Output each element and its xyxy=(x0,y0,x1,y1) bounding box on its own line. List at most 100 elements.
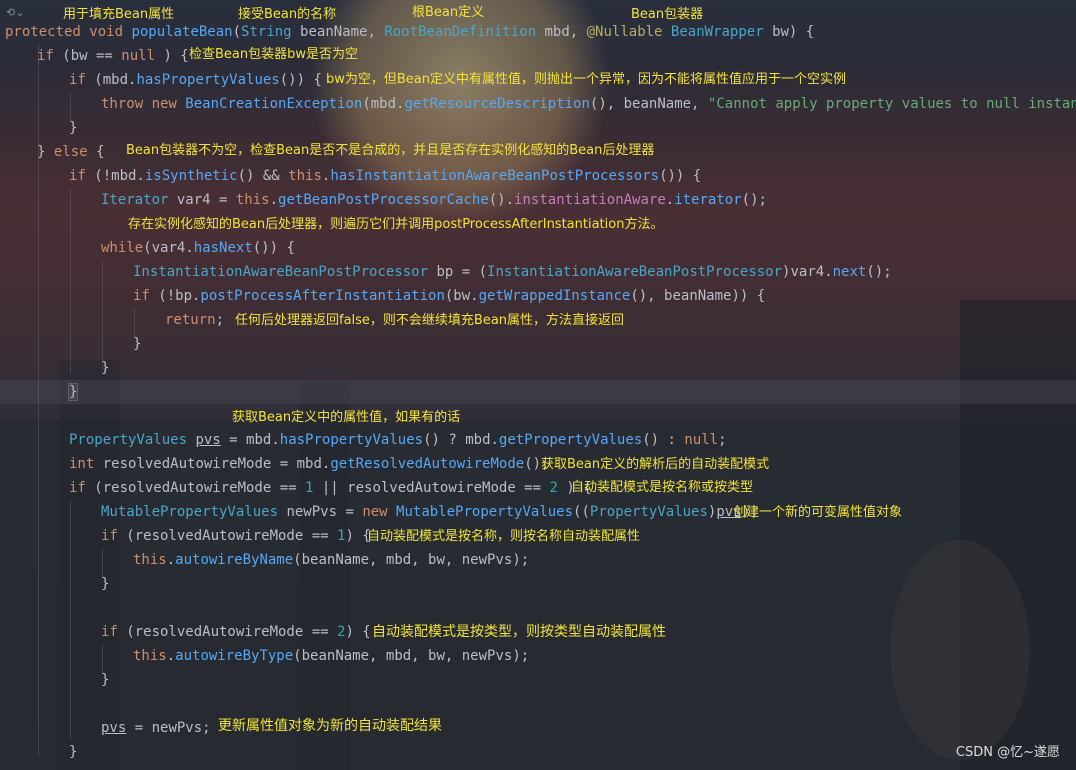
code-token: (var4. xyxy=(143,240,194,256)
code-token: hasNext xyxy=(193,240,253,256)
indent-guide xyxy=(102,260,103,370)
code-token: isSynthetic xyxy=(144,168,238,184)
code-line[interactable]: } else { xyxy=(37,140,104,164)
annotation-bw-not-null: Bean包装器不为空，检查Bean是否不是合成的，并且是否存在实例化感知的Bea… xyxy=(126,143,655,158)
code-line[interactable]: pvs = newPvs; xyxy=(101,716,211,740)
code-token: (mbd. xyxy=(362,96,405,112)
code-token: (!bp. xyxy=(149,288,201,304)
code-line[interactable]: } xyxy=(101,356,109,380)
code-line[interactable]: return; xyxy=(165,308,224,332)
code-token: this xyxy=(133,552,167,568)
code-token: return xyxy=(165,312,216,328)
annotation-bw-null-throw: bw为空，但Bean定义中有属性值，则抛出一个异常，因为不能将属性值应用于一个空… xyxy=(326,72,847,87)
code-line[interactable]: if (mbd.hasPropertyValues()) { xyxy=(69,68,322,92)
code-line[interactable]: this.autowireByType(beanName, mbd, bw, n… xyxy=(133,644,529,668)
code-token: (mbd. xyxy=(85,72,137,88)
code-token: autowireByType xyxy=(175,648,294,664)
code-token: (); xyxy=(741,192,767,208)
code-line[interactable]: } xyxy=(67,380,79,404)
code-line[interactable]: throw new BeanCreationException(mbd.getR… xyxy=(101,92,1076,116)
code-line[interactable]: PropertyValues pvs = mbd.hasPropertyValu… xyxy=(69,428,727,452)
code-line[interactable]: this.autowireByName(beanName, mbd, bw, n… xyxy=(133,548,529,572)
code-token: () : xyxy=(642,432,685,448)
code-token: { xyxy=(87,144,105,160)
code-token: null xyxy=(684,432,719,448)
code-token: throw new xyxy=(101,96,186,112)
code-token: BeanCreationException xyxy=(185,96,363,112)
code-line[interactable]: } xyxy=(101,572,109,596)
code-token: () && xyxy=(237,168,289,184)
code-line[interactable]: if (!bp.postProcessAfterInstantiation(bw… xyxy=(133,284,765,308)
code-token: else xyxy=(53,144,88,160)
code-token: MutablePropertyValues xyxy=(101,504,279,520)
code-line[interactable]: int resolvedAutowireMode = mbd.getResolv… xyxy=(69,452,549,476)
code-token: getPropertyValues xyxy=(498,432,643,448)
code-token: ( xyxy=(232,24,242,40)
code-line[interactable]: InstantiationAwareBeanPostProcessor bp =… xyxy=(133,260,892,284)
code-line[interactable]: } xyxy=(101,668,109,692)
code-line[interactable]: } xyxy=(69,116,77,140)
annotation-new-mutable: 创建一个新的可变属性值对象 xyxy=(733,505,903,520)
annotation-by-name-or-type: 自动装配模式是按名称或按类型 xyxy=(571,480,754,495)
code-line[interactable]: if (resolvedAutowireMode == 1) { xyxy=(101,524,371,548)
code-token: "Cannot apply property values to null in… xyxy=(707,96,1076,112)
code-line[interactable]: } xyxy=(69,740,77,764)
code-token: } xyxy=(37,144,54,160)
code-token: ()) { xyxy=(279,72,322,88)
code-token: this xyxy=(288,168,322,184)
code-token: this xyxy=(133,648,167,664)
code-token: = mbd. xyxy=(220,432,280,448)
indent-guide xyxy=(70,500,71,740)
fold-icon[interactable]: ⟲⌄ xyxy=(6,6,24,19)
code-token: PropertyValues xyxy=(589,504,708,520)
code-token: (( xyxy=(573,504,590,520)
code-token: BeanWrapper xyxy=(670,24,764,40)
annotation-get-prop-values: 获取Bean定义中的属性值，如果有的话 xyxy=(232,410,461,425)
code-token: (beanName, mbd, bw, newPvs); xyxy=(293,648,530,664)
annotation-update-pvs: 更新属性值对象为新的自动装配结果 xyxy=(218,718,442,734)
lantern-shape xyxy=(890,540,1030,760)
code-line[interactable]: if (!mbd.isSynthetic() && this.hasInstan… xyxy=(69,164,701,188)
code-token: } xyxy=(101,672,110,688)
code-token: if xyxy=(133,288,150,304)
code-token: if xyxy=(69,480,86,496)
code-token: protected void xyxy=(5,24,132,40)
code-token: } xyxy=(101,360,110,376)
code-token: MutablePropertyValues xyxy=(396,504,574,520)
code-token: getWrappedInstance xyxy=(478,288,631,304)
code-line[interactable]: } xyxy=(133,332,141,356)
code-token: @Nullable xyxy=(586,24,671,40)
code-token: )var4. xyxy=(782,264,833,280)
code-line[interactable]: MutablePropertyValues newPvs = new Mutab… xyxy=(101,500,759,524)
code-line[interactable]: if (resolvedAutowireMode == 1 || resolve… xyxy=(69,476,592,500)
code-token: (beanName, mbd, bw, newPvs); xyxy=(293,552,530,568)
code-token: (!mbd. xyxy=(85,168,145,184)
code-token: PropertyValues xyxy=(69,432,188,448)
indent-guide xyxy=(70,188,71,374)
code-token: hasInstantiationAwareBeanPostProcessors xyxy=(330,168,660,184)
code-token: . xyxy=(665,192,675,208)
code-token: pvs xyxy=(195,432,221,448)
annotation-by-name: 自动装配模式是按名称，则按名称自动装配属性 xyxy=(367,529,641,544)
code-token: } xyxy=(133,336,142,352)
current-line-highlight xyxy=(0,380,1076,404)
annotation-bean-name: 接受Bean的名称 xyxy=(238,7,337,22)
code-token: (), beanName, xyxy=(589,96,708,112)
code-token: getBeanPostProcessorCache xyxy=(278,192,489,208)
code-token: iterator xyxy=(674,192,742,208)
code-token: . xyxy=(166,648,176,664)
code-token: next xyxy=(832,264,867,280)
code-token: bw) { xyxy=(763,24,815,40)
code-token: ; xyxy=(718,432,727,448)
code-token: if xyxy=(101,624,118,640)
annotation-return-false: 任何后处理器返回false，则不会继续填充Bean属性，方法直接返回 xyxy=(235,313,625,328)
code-token: Iterator xyxy=(101,192,169,208)
code-token: (); xyxy=(866,264,892,280)
code-token: postProcessAfterInstantiation xyxy=(200,288,445,304)
code-line[interactable]: while(var4.hasNext()) { xyxy=(101,236,295,260)
code-line[interactable]: Iterator var4 = this.getBeanPostProcesso… xyxy=(101,188,767,212)
code-token: autowireByName xyxy=(175,552,294,568)
code-line[interactable]: if (bw == null ) { xyxy=(37,44,189,68)
code-line[interactable]: if (resolvedAutowireMode == 2) { xyxy=(101,620,371,644)
code-token: mbd, xyxy=(536,24,587,40)
